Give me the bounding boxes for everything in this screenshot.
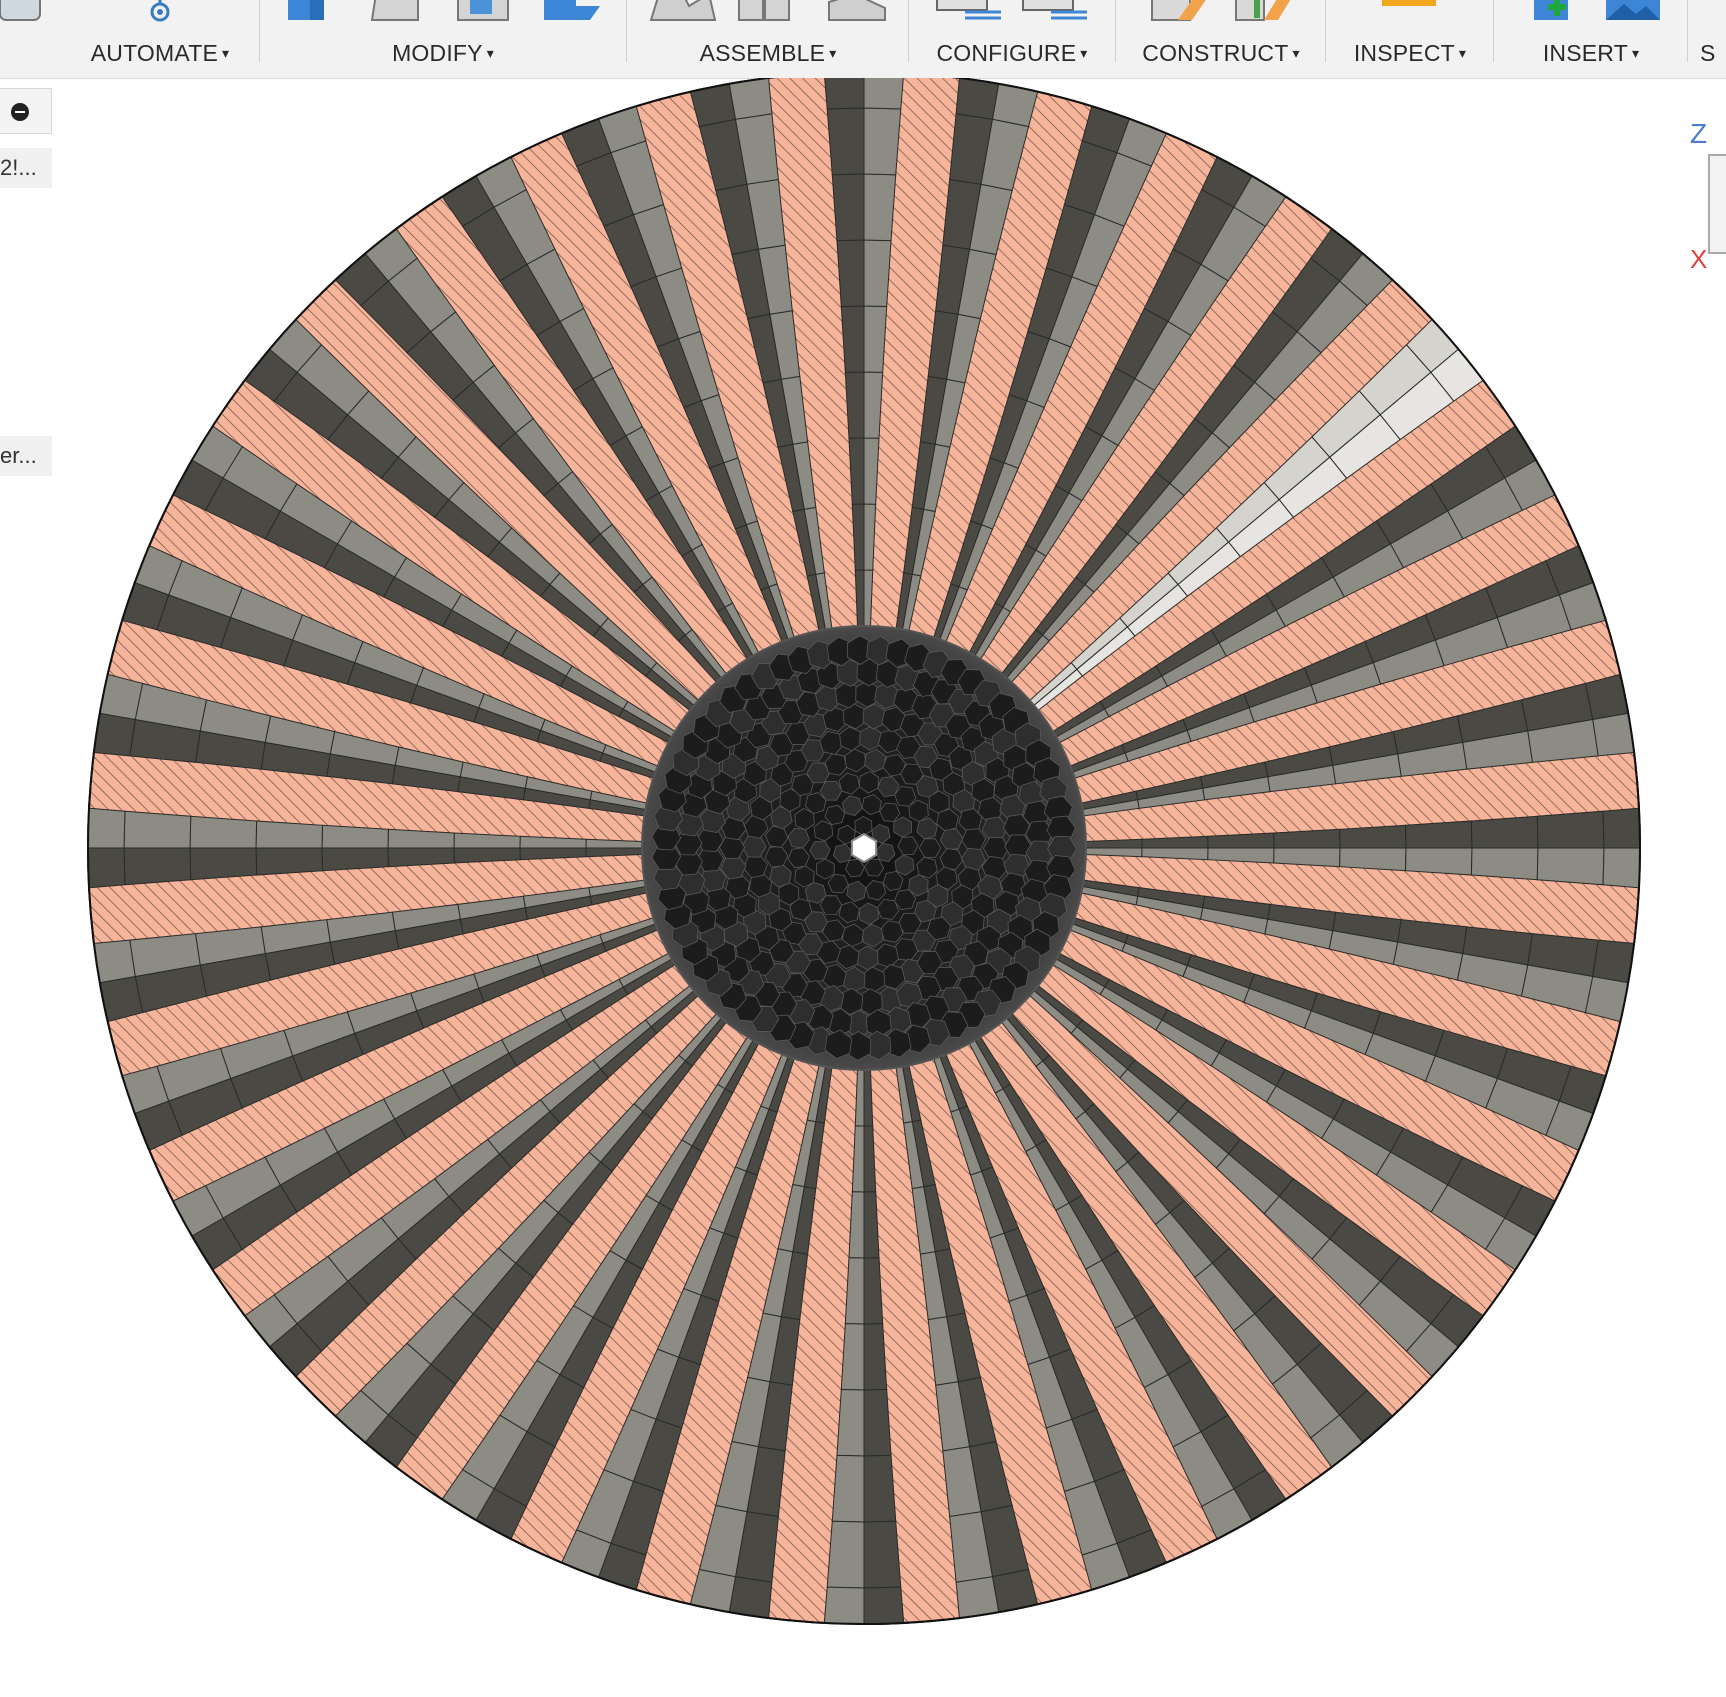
spoke-segment bbox=[123, 847, 192, 886]
spoke-segment bbox=[88, 805, 126, 849]
spoke-segment bbox=[826, 107, 865, 176]
insert-menu[interactable]: INSERT ▾ bbox=[1496, 40, 1686, 67]
spoke-segment bbox=[863, 1323, 888, 1391]
automate-menu[interactable]: AUTOMATE ▾ bbox=[62, 40, 258, 67]
spoke-segment bbox=[831, 1454, 865, 1523]
spoke-segment bbox=[863, 1257, 884, 1325]
spoke-segment bbox=[1470, 847, 1539, 881]
automate-icon bbox=[62, 0, 258, 28]
assemble-icons bbox=[629, 0, 907, 28]
spoke-segment bbox=[863, 1454, 897, 1523]
spoke-segment bbox=[863, 72, 907, 110]
toolbar-divider bbox=[1687, 0, 1688, 62]
modify-menu[interactable]: MODIFY ▾ bbox=[262, 40, 624, 67]
inspect-label: INSPECT bbox=[1353, 40, 1455, 66]
spoke-segment bbox=[1536, 847, 1605, 886]
spoke-segment bbox=[863, 239, 892, 307]
spoke-segment bbox=[1339, 824, 1407, 849]
spoke-segment bbox=[123, 810, 192, 849]
spoke-segment bbox=[387, 847, 455, 868]
insert-label: INSERT bbox=[1542, 40, 1628, 66]
partial-tool-icon[interactable] bbox=[0, 0, 44, 28]
modify-group[interactable]: MODIFY ▾ bbox=[262, 0, 624, 78]
spoke-segment bbox=[387, 828, 455, 849]
spoke-segment bbox=[189, 815, 258, 849]
chevron-down-icon: ▾ bbox=[222, 45, 230, 61]
assemble-group[interactable]: ASSEMBLE ▾ bbox=[629, 0, 907, 78]
inspect-group[interactable]: INSPECT ▾ bbox=[1328, 0, 1492, 78]
chevron-down-icon: ▾ bbox=[1631, 45, 1640, 61]
select-menu[interactable]: S bbox=[1700, 40, 1726, 67]
model-viewport[interactable] bbox=[0, 71, 1726, 1692]
spoke-segment bbox=[1602, 847, 1640, 891]
configure-label: CONFIGURE bbox=[936, 40, 1077, 66]
toolbar-divider bbox=[1493, 0, 1494, 62]
toolbar-divider bbox=[1115, 0, 1116, 62]
spoke-segment bbox=[821, 72, 865, 110]
spoke-segment bbox=[1405, 847, 1473, 876]
chevron-down-icon: ▾ bbox=[486, 45, 494, 61]
configure-group[interactable]: CONFIGURE ▾ bbox=[911, 0, 1113, 78]
insert-group[interactable]: INSERT ▾ bbox=[1496, 0, 1686, 78]
select-label: S bbox=[1700, 40, 1716, 66]
insert-icons bbox=[1496, 0, 1686, 28]
center-hole bbox=[850, 832, 878, 864]
spoke-segment bbox=[189, 847, 258, 881]
automate-group[interactable]: AUTOMATE ▾ bbox=[62, 0, 258, 78]
spoke-segment bbox=[863, 173, 897, 242]
spoke-segment bbox=[840, 305, 865, 373]
spoke-segment bbox=[821, 1586, 865, 1624]
spoke-segment bbox=[863, 1586, 907, 1624]
spoke-segment bbox=[863, 371, 884, 439]
toolbar-divider bbox=[626, 0, 627, 62]
spoke-segment bbox=[1339, 847, 1407, 872]
chevron-down-icon: ▾ bbox=[1080, 45, 1088, 61]
inspect-menu[interactable]: INSPECT ▾ bbox=[1328, 40, 1492, 67]
construct-label: CONSTRUCT bbox=[1142, 40, 1289, 66]
spoke-segment bbox=[844, 371, 865, 439]
automate-label: AUTOMATE bbox=[90, 40, 219, 66]
chevron-down-icon: ▾ bbox=[1458, 45, 1467, 61]
spoke-segment bbox=[844, 1257, 865, 1325]
spoke-segment bbox=[88, 847, 126, 891]
spoke-segment bbox=[836, 239, 865, 307]
spoke-segment bbox=[1405, 820, 1473, 849]
toolbar-divider bbox=[908, 0, 909, 62]
construct-menu[interactable]: CONSTRUCT ▾ bbox=[1118, 40, 1324, 67]
spoke-segment bbox=[840, 1323, 865, 1391]
modify-label: MODIFY bbox=[392, 40, 483, 66]
spoke-segment bbox=[255, 820, 323, 849]
spoke-segment bbox=[863, 1520, 902, 1589]
spoke-segment bbox=[1602, 805, 1640, 849]
spoke-segment bbox=[863, 107, 902, 176]
configure-menu[interactable]: CONFIGURE ▾ bbox=[911, 40, 1113, 67]
spoke-segment bbox=[1470, 815, 1539, 849]
assemble-label: ASSEMBLE bbox=[699, 40, 826, 66]
spoke-segment bbox=[255, 847, 323, 876]
select-group[interactable]: S bbox=[1700, 0, 1726, 78]
chevron-down-icon: ▾ bbox=[829, 45, 837, 61]
spoke-segment bbox=[321, 824, 389, 849]
spoke-segment bbox=[831, 173, 865, 242]
assemble-menu[interactable]: ASSEMBLE ▾ bbox=[629, 40, 907, 67]
toolbar-divider bbox=[259, 0, 260, 62]
spoke-segment bbox=[863, 1389, 892, 1457]
section-model[interactable] bbox=[0, 71, 1726, 1692]
chevron-down-icon: ▾ bbox=[1292, 45, 1300, 61]
spoke-segment bbox=[1273, 828, 1341, 849]
spoke-segment bbox=[863, 305, 888, 373]
spoke-segment bbox=[826, 1520, 865, 1589]
inspect-icons bbox=[1328, 0, 1492, 28]
toolbar-divider bbox=[1325, 0, 1326, 62]
configure-icons bbox=[911, 0, 1113, 28]
construct-group[interactable]: CONSTRUCT ▾ bbox=[1118, 0, 1324, 78]
spoke-segment bbox=[1273, 847, 1341, 868]
modify-icons bbox=[262, 0, 624, 28]
spoke-segment bbox=[836, 1389, 865, 1457]
toolbar: AUTOMATE ▾ MODIFY ▾ ASSEMBLE ▾ CONFIGURE ▾ bbox=[0, 0, 1726, 79]
construct-icons bbox=[1118, 0, 1324, 28]
spoke-segment bbox=[321, 847, 389, 872]
spoke-segment bbox=[1536, 810, 1605, 849]
